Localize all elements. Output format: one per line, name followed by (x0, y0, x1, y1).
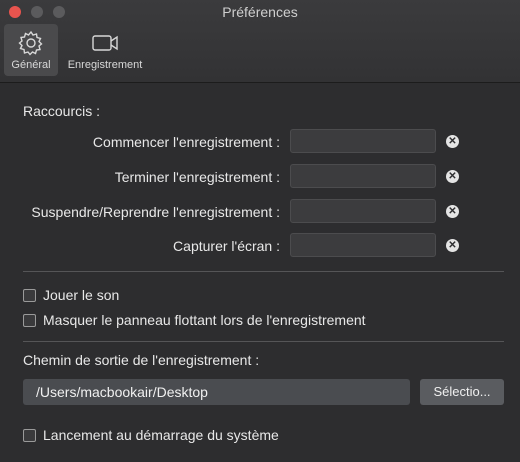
clear-shortcut-start-icon[interactable]: ✕ (446, 135, 459, 148)
clear-shortcut-capture-icon[interactable]: ✕ (446, 239, 459, 252)
tab-general-label: Général (11, 59, 51, 71)
preferences-window: Préférences Général Enregistrement Racco… (0, 0, 520, 462)
shortcut-field-start[interactable] (290, 129, 436, 153)
hide-panel-checkbox[interactable] (23, 313, 36, 327)
divider (23, 271, 504, 272)
tab-recording-label: Enregistrement (67, 59, 143, 71)
play-sound-checkbox[interactable] (23, 288, 36, 302)
gear-icon (18, 30, 43, 56)
shortcut-field-stop[interactable] (290, 164, 436, 188)
shortcut-label-start: Commencer l'enregistrement : (92, 134, 280, 150)
title-bar: Préférences Général Enregistrement (0, 0, 520, 83)
shortcuts-heading: Raccourcis : (23, 103, 101, 119)
tab-general[interactable]: Général (4, 24, 58, 76)
shortcut-field-pause[interactable] (290, 199, 436, 223)
clear-shortcut-pause-icon[interactable]: ✕ (446, 205, 459, 218)
divider (23, 341, 504, 342)
output-path-field[interactable]: /Users/macbookair/Desktop (23, 379, 410, 405)
shortcut-field-capture[interactable] (290, 233, 436, 257)
window-title: Préférences (222, 4, 298, 20)
shortcut-label-capture: Capturer l'écran : (173, 238, 280, 254)
launch-at-startup-label: Lancement au démarrage du système (43, 427, 279, 443)
play-sound-option[interactable]: Jouer le son (23, 287, 119, 303)
video-camera-icon (92, 35, 118, 51)
tab-recording[interactable]: Enregistrement (60, 24, 150, 76)
play-sound-label: Jouer le son (43, 287, 120, 303)
launch-at-startup-option[interactable]: Lancement au démarrage du système (23, 427, 279, 443)
output-path-heading: Chemin de sortie de l'enregistrement : (23, 352, 260, 368)
clear-shortcut-stop-icon[interactable]: ✕ (446, 170, 459, 183)
select-path-button[interactable]: Sélectio... (420, 379, 504, 405)
hide-panel-label: Masquer le panneau flottant lors de l'en… (43, 312, 366, 328)
launch-at-startup-checkbox[interactable] (23, 428, 36, 442)
hide-panel-option[interactable]: Masquer le panneau flottant lors de l'en… (23, 312, 366, 328)
general-pane: Raccourcis : Commencer l'enregistrement … (0, 83, 520, 462)
shortcut-label-stop: Terminer l'enregistrement : (114, 169, 280, 185)
shortcut-label-pause: Suspendre/Reprendre l'enregistrement : (31, 204, 280, 220)
